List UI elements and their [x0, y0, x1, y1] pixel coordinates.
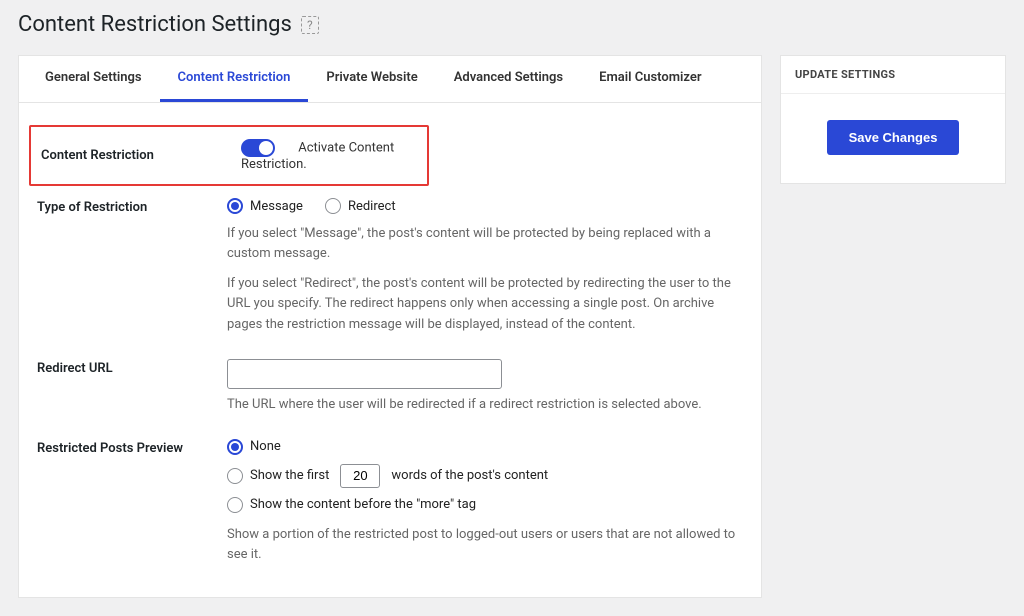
restricted-preview-row: Restricted Posts Preview None Show the f…	[19, 427, 761, 577]
redirect-url-desc: The URL where the user will be redirecte…	[227, 395, 743, 415]
update-settings-card: UPDATE SETTINGS Save Changes	[780, 55, 1006, 184]
radio-preview-words-prefix: Show the first	[250, 468, 329, 483]
type-of-restriction-label: Type of Restriction	[37, 198, 227, 215]
help-icon[interactable]: ?	[301, 16, 319, 34]
preview-words-input[interactable]	[340, 464, 380, 488]
radio-icon	[227, 497, 243, 513]
tab-general-settings[interactable]: General Settings	[27, 56, 160, 102]
content-restriction-row: Content Restriction Activate Content Res…	[29, 125, 429, 186]
radio-icon	[325, 198, 341, 214]
content-restriction-toggle[interactable]	[241, 139, 275, 157]
radio-type-message[interactable]: Message	[227, 198, 303, 214]
tab-private-website[interactable]: Private Website	[308, 56, 435, 102]
type-of-restriction-row: Type of Restriction Message Redirect	[19, 186, 761, 347]
radio-preview-more[interactable]: Show the content before the "more" tag	[227, 497, 743, 513]
radio-preview-words[interactable]: Show the first words of the post's conte…	[227, 464, 743, 488]
tab-advanced-settings[interactable]: Advanced Settings	[436, 56, 581, 102]
radio-preview-none[interactable]: None	[227, 439, 743, 455]
tabs: General Settings Content Restriction Pri…	[19, 56, 761, 103]
content-restriction-label: Content Restriction	[41, 148, 241, 163]
page-title: Content Restriction Settings	[18, 12, 292, 37]
settings-card: General Settings Content Restriction Pri…	[18, 55, 762, 598]
radio-icon	[227, 468, 243, 484]
radio-type-redirect-label: Redirect	[348, 199, 396, 214]
radio-type-redirect[interactable]: Redirect	[325, 198, 396, 214]
save-changes-button[interactable]: Save Changes	[827, 120, 960, 155]
tab-content-restriction[interactable]: Content Restriction	[160, 56, 309, 102]
radio-preview-more-label: Show the content before the "more" tag	[250, 497, 476, 512]
sidebar-header: UPDATE SETTINGS	[781, 56, 1005, 94]
type-desc-message: If you select "Message", the post's cont…	[227, 224, 743, 264]
radio-preview-none-label: None	[250, 439, 281, 454]
radio-icon	[227, 439, 243, 455]
tab-email-customizer[interactable]: Email Customizer	[581, 56, 719, 102]
restricted-preview-label: Restricted Posts Preview	[37, 439, 227, 456]
redirect-url-row: Redirect URL The URL where the user will…	[19, 347, 761, 427]
radio-type-message-label: Message	[250, 199, 303, 214]
radio-icon	[227, 198, 243, 214]
type-desc-redirect: If you select "Redirect", the post's con…	[227, 274, 743, 334]
radio-preview-words-suffix: words of the post's content	[391, 468, 548, 483]
restricted-preview-desc: Show a portion of the restricted post to…	[227, 525, 743, 565]
redirect-url-label: Redirect URL	[37, 359, 227, 376]
redirect-url-input[interactable]	[227, 359, 502, 389]
